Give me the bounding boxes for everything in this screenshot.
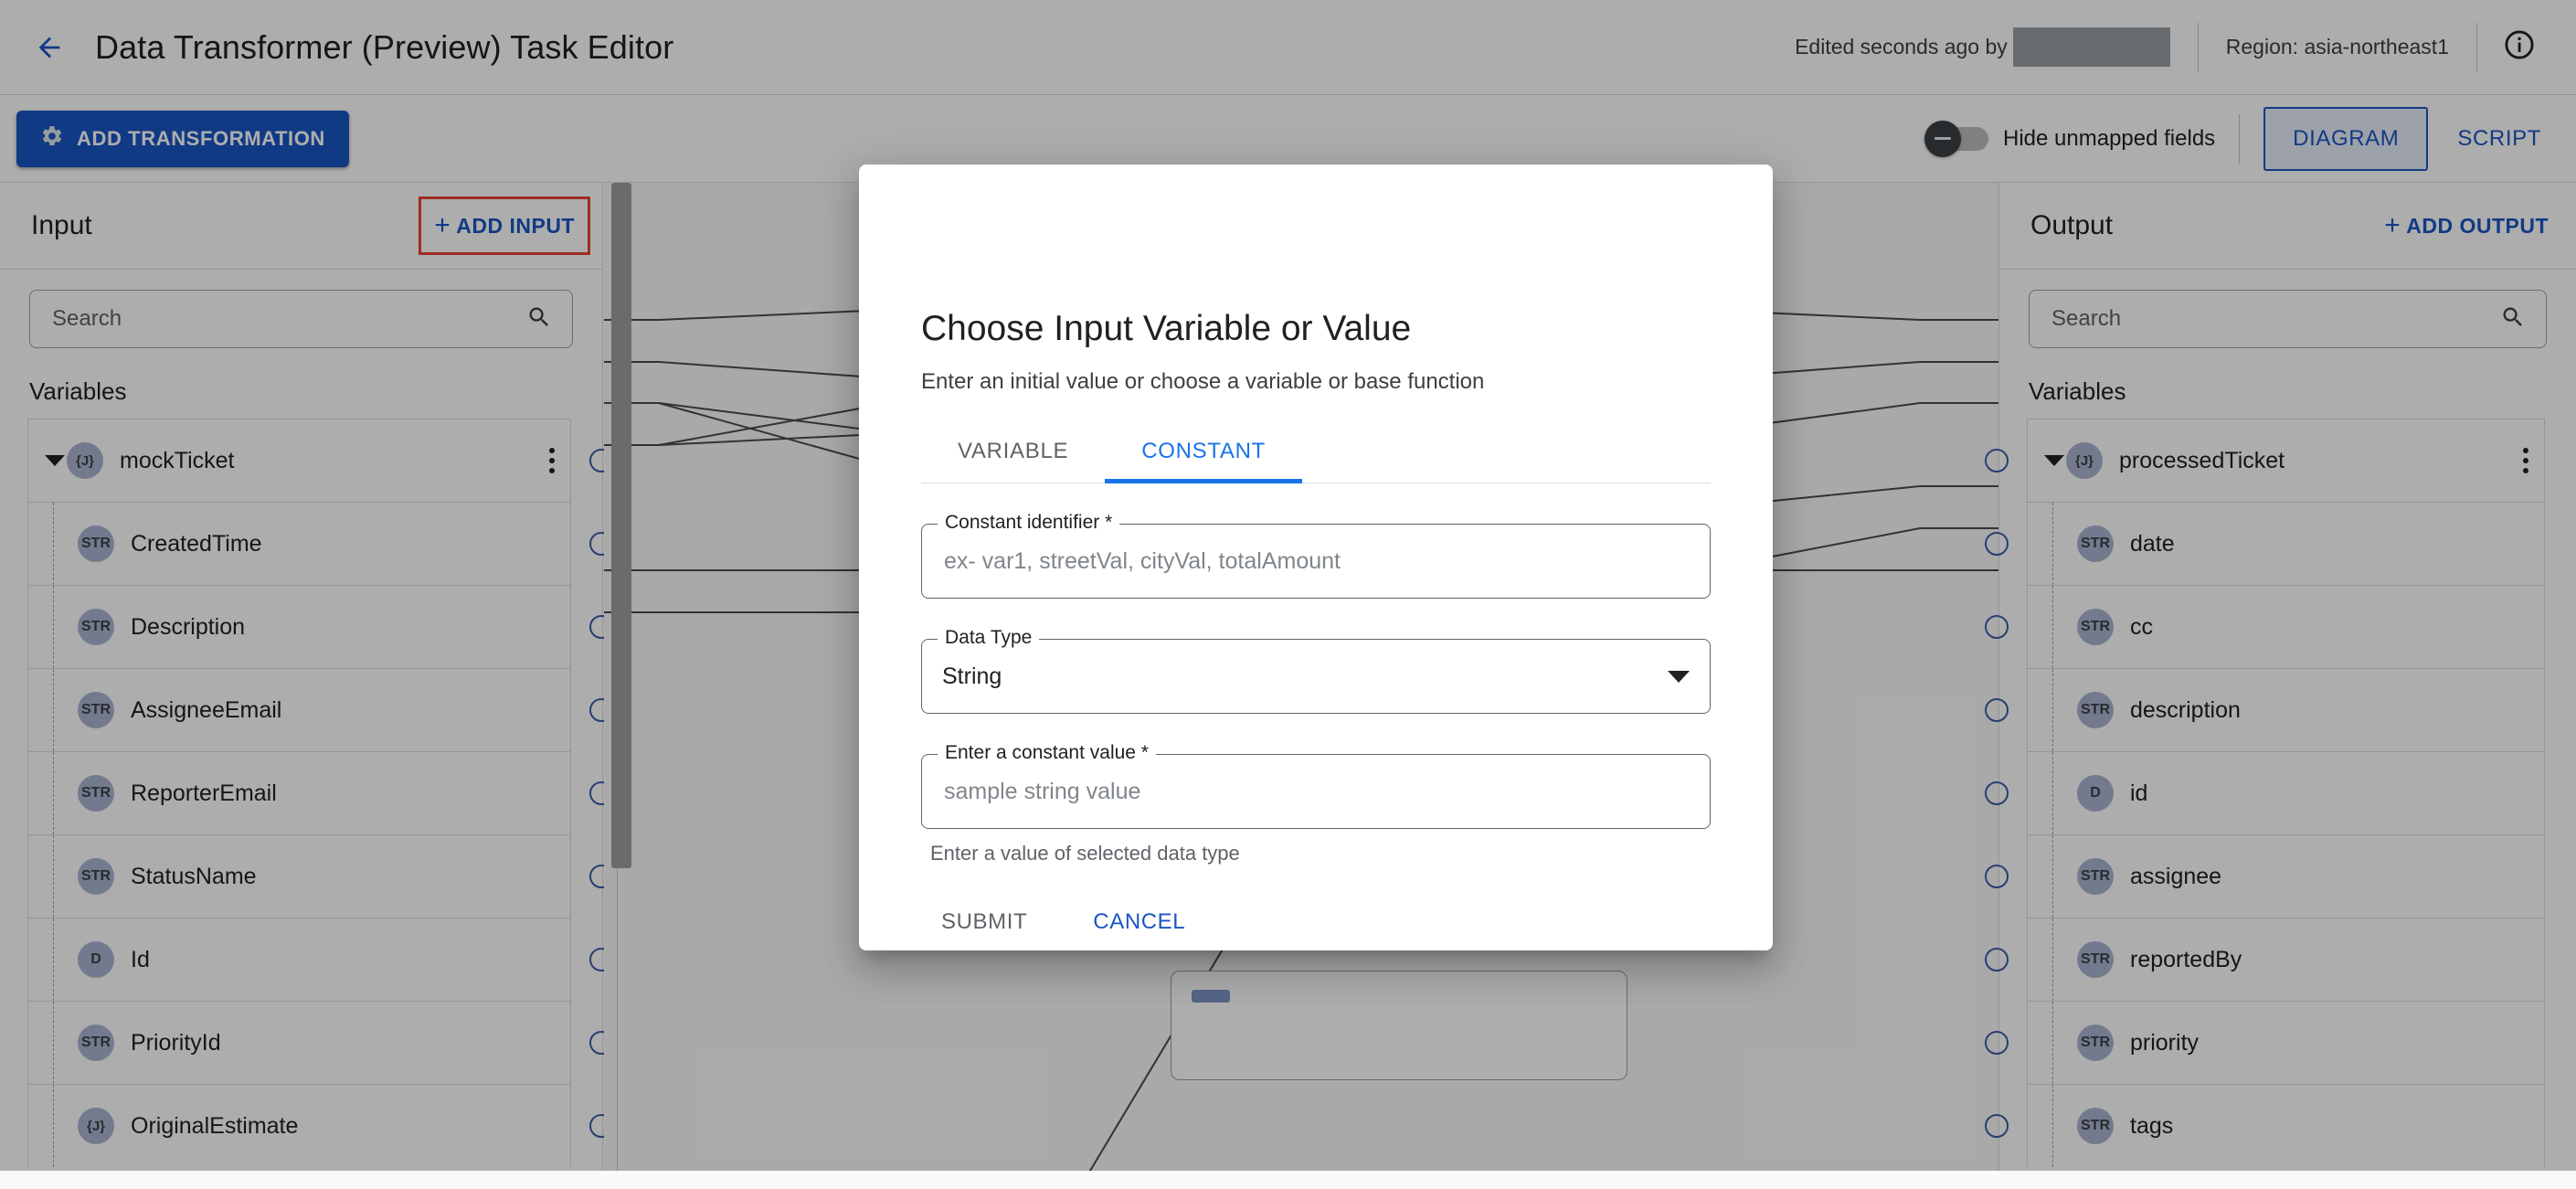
constant-value-label: Enter a constant value *: [938, 742, 1156, 764]
constant-value-input[interactable]: [942, 777, 1690, 806]
constant-identifier-box[interactable]: [921, 524, 1711, 599]
data-type-select[interactable]: String: [921, 639, 1711, 714]
tab-constant[interactable]: CONSTANT: [1105, 428, 1303, 483]
submit-button[interactable]: SUBMIT: [921, 897, 1047, 948]
dialog-title: Choose Input Variable or Value: [921, 309, 1412, 348]
constant-value-box[interactable]: [921, 754, 1711, 829]
bottom-strip: [0, 1171, 2576, 1189]
constant-identifier-input[interactable]: [942, 547, 1690, 576]
constant-value-hint: Enter a value of selected data type: [930, 842, 1240, 865]
data-type-field: Data Type String: [921, 627, 1711, 714]
data-type-label: Data Type: [938, 627, 1040, 649]
constant-identifier-label: Constant identifier *: [938, 512, 1120, 534]
cancel-button[interactable]: CANCEL: [1073, 897, 1205, 948]
tab-variable[interactable]: VARIABLE: [921, 428, 1105, 483]
constant-identifier-field: Constant identifier *: [921, 512, 1711, 599]
dialog-subtitle: Enter an initial value or choose a varia…: [921, 369, 1485, 394]
constant-value-field: Enter a constant value *: [921, 742, 1711, 829]
data-type-value: String: [942, 663, 1002, 689]
app-root: Data Transformer (Preview) Task Editor E…: [0, 0, 2576, 1189]
chevron-down-icon[interactable]: [1668, 670, 1690, 683]
dialog-actions: SUBMIT CANCEL: [921, 897, 1711, 948]
dialog-tabs: VARIABLE CONSTANT: [921, 428, 1711, 483]
choose-input-dialog: Choose Input Variable or Value Enter an …: [859, 165, 1773, 950]
